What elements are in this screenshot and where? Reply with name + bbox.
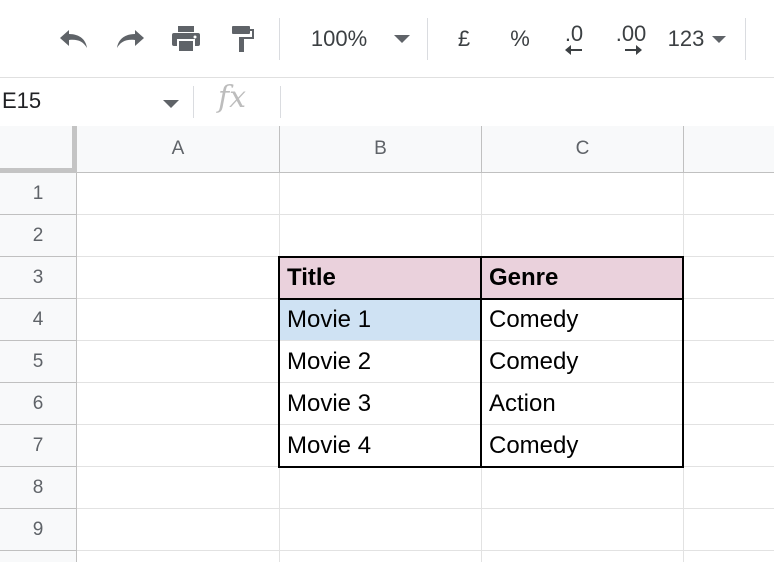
chevron-down-icon[interactable] [163, 100, 179, 108]
row-header-6[interactable]: 6 [0, 383, 77, 425]
toolbar-divider [427, 18, 428, 60]
cell-d8[interactable] [684, 467, 774, 509]
row-header-2[interactable]: 2 [0, 215, 77, 257]
toolbar-divider [279, 18, 280, 60]
cell-a5[interactable] [77, 341, 280, 383]
cell-b10[interactable] [280, 551, 482, 562]
cell-c10[interactable] [482, 551, 684, 562]
cell-d5[interactable] [684, 341, 774, 383]
more-formats-button[interactable]: 123 [664, 22, 708, 56]
row-header-4[interactable]: 4 [0, 299, 77, 341]
undo-icon[interactable] [54, 22, 94, 56]
cell-c3-genre-header[interactable]: Genre [482, 257, 684, 299]
row-header-9[interactable]: 9 [0, 509, 77, 551]
percent-label: % [510, 26, 530, 51]
more-formats-label: 123 [667, 26, 705, 51]
cell-d2[interactable] [684, 215, 774, 257]
print-icon[interactable] [166, 22, 206, 56]
toolbar: 100% £ % .0 .00 123 [0, 0, 774, 78]
column-header-d[interactable] [684, 126, 774, 173]
row-header-8[interactable]: 8 [0, 467, 77, 509]
decrease-decimal-label: .0 [564, 21, 584, 46]
cell-b8[interactable] [280, 467, 482, 509]
row-header-5[interactable]: 5 [0, 341, 77, 383]
cell-b4[interactable]: Movie 1 [280, 299, 482, 341]
cell-c4[interactable]: Comedy [482, 299, 684, 341]
toolbar-divider [745, 18, 746, 60]
cell-c1[interactable] [482, 173, 684, 215]
cell-d6[interactable] [684, 383, 774, 425]
cell-b6[interactable]: Movie 3 [280, 383, 482, 425]
cell-a1[interactable] [77, 173, 280, 215]
formula-input[interactable] [290, 86, 770, 118]
cell-a7[interactable] [77, 425, 280, 467]
cell-a9[interactable] [77, 509, 280, 551]
formula-bar: E15 fx [0, 78, 774, 204]
cell-c9[interactable] [482, 509, 684, 551]
cell-d3[interactable] [684, 257, 774, 299]
cell-d10[interactable] [684, 551, 774, 562]
cell-d4[interactable] [684, 299, 774, 341]
cell-c2[interactable] [482, 215, 684, 257]
fx-icon: fx [218, 80, 247, 115]
cell-b9[interactable] [280, 509, 482, 551]
spreadsheet-grid: A B C 1 2 3 4 5 6 7 8 9 Title Genre Movi… [0, 126, 774, 562]
cell-a10[interactable] [77, 551, 280, 562]
chevron-down-icon[interactable] [708, 22, 730, 56]
increase-decimal-label: .00 [615, 21, 647, 46]
arrow-left-icon [565, 45, 582, 55]
cell-c6[interactable]: Action [482, 383, 684, 425]
cell-c7[interactable]: Comedy [482, 425, 684, 467]
cell-a2[interactable] [77, 215, 280, 257]
cell-b7[interactable]: Movie 4 [280, 425, 482, 467]
column-header-c[interactable]: C [482, 126, 684, 173]
increase-decimal-button[interactable]: .00 [608, 22, 654, 56]
table-header-divider [278, 298, 684, 300]
arrow-right-icon [625, 45, 642, 55]
cell-c8[interactable] [482, 467, 684, 509]
cell-a4[interactable] [77, 299, 280, 341]
cell-c5[interactable]: Comedy [482, 341, 684, 383]
redo-icon[interactable] [110, 22, 150, 56]
column-header-b[interactable]: B [280, 126, 482, 173]
row-header-1[interactable]: 1 [0, 173, 77, 215]
zoom-value: 100% [310, 26, 368, 51]
name-box[interactable]: E15 [2, 88, 41, 114]
cell-b1[interactable] [280, 173, 482, 215]
row-header-7[interactable]: 7 [0, 425, 77, 467]
cell-d9[interactable] [684, 509, 774, 551]
select-all-corner[interactable] [0, 126, 77, 173]
table-divider [480, 256, 482, 468]
formula-bar-divider [193, 86, 194, 118]
decrease-decimal-button[interactable]: .0 [554, 22, 594, 56]
cell-d7[interactable] [684, 425, 774, 467]
row-header-10[interactable] [0, 551, 77, 562]
cell-a3[interactable] [77, 257, 280, 299]
cell-b3-title-header[interactable]: Title [280, 257, 482, 299]
paint-format-icon[interactable] [222, 22, 262, 56]
currency-label: £ [457, 26, 471, 51]
cell-b2[interactable] [280, 215, 482, 257]
format-currency-button[interactable]: £ [448, 22, 480, 56]
format-percent-button[interactable]: % [503, 22, 537, 56]
cell-a6[interactable] [77, 383, 280, 425]
cell-d1[interactable] [684, 173, 774, 215]
cell-a8[interactable] [77, 467, 280, 509]
formula-bar-divider [280, 86, 281, 118]
row-header-3[interactable]: 3 [0, 257, 77, 299]
column-header-a[interactable]: A [77, 126, 280, 173]
chevron-down-icon[interactable] [390, 22, 414, 56]
zoom-select[interactable]: 100% [303, 22, 375, 56]
cell-b5[interactable]: Movie 2 [280, 341, 482, 383]
